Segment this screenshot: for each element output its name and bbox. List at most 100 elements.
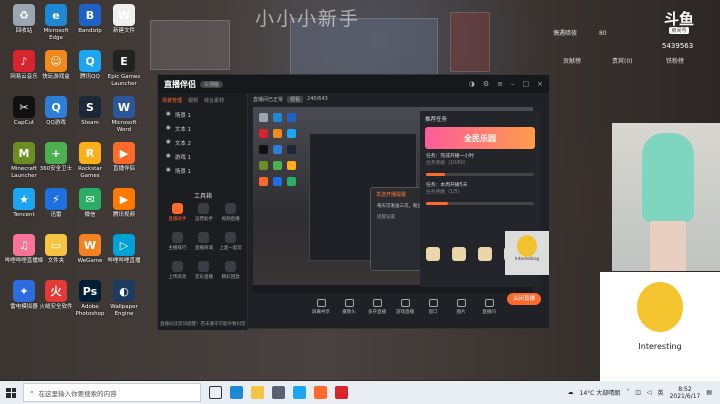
preview-icon xyxy=(273,129,282,138)
multi-live-button[interactable]: 多开直播 xyxy=(367,299,387,315)
settings-icon[interactable]: ⚙ xyxy=(483,80,489,88)
go-live-button[interactable]: 关闭直播 xyxy=(507,293,541,305)
task-progress xyxy=(426,173,534,176)
game-live-button[interactable]: 游戏直播 xyxy=(395,299,415,315)
gift-icon[interactable] xyxy=(452,247,466,261)
tool-ranking[interactable]: 主播排行 xyxy=(164,232,191,251)
volume-icon[interactable]: ◁ xyxy=(647,389,652,396)
skin-icon[interactable]: ◑ xyxy=(469,80,475,88)
taskbar: ⌕ 在这里输入你要搜索的内容 ☁ 14°C 大部晴朗 ˄ ◫ ◁ 英 8:52 … xyxy=(0,381,720,404)
live-companion-window[interactable]: 直播伴侣 公测版 ◑ ⚙ ≡ – □ × 场景管理 视频 综合素材 ◉ 场景 1 … xyxy=(157,74,550,330)
tool-icon xyxy=(198,203,210,214)
app-icon: ★ xyxy=(13,188,35,210)
scene-item[interactable]: ◉ 文本 2 xyxy=(158,136,247,150)
tool-live-assistant[interactable]: 直播助手 xyxy=(164,203,191,222)
netease-music-icon[interactable] xyxy=(335,386,348,399)
image-icon xyxy=(456,299,466,307)
eye-icon[interactable]: ◉ xyxy=(166,139,171,147)
bt-label: 图片 xyxy=(456,310,466,315)
eye-icon[interactable]: ◉ xyxy=(166,153,171,161)
taskbar-search[interactable]: ⌕ 在这里输入你要搜索的内容 xyxy=(23,383,201,402)
scene-item[interactable]: ◉ 场景 1 xyxy=(158,164,247,178)
window-button[interactable]: 窗口 xyxy=(423,299,443,315)
ime-indicator[interactable]: 英 xyxy=(658,388,664,397)
tool-label: 主播排行 xyxy=(168,246,187,251)
hud-streamer: 偶遇暗夜 80 xyxy=(553,28,607,37)
gift-icon[interactable] xyxy=(478,247,492,261)
desktop-icon[interactable]: ▶ 腾讯视频 xyxy=(104,188,144,219)
desktop-icon[interactable]: W Microsoft Word xyxy=(104,96,144,133)
tool-label: 视频直播 xyxy=(221,217,240,222)
eye-icon[interactable]: ◉ xyxy=(166,167,171,175)
eye-icon[interactable]: ◉ xyxy=(166,111,171,119)
tool-ops-assistant[interactable]: 运营助手 xyxy=(191,203,218,222)
room-button[interactable]: 直播间 xyxy=(479,299,499,315)
bt-label: 屏幕共享 xyxy=(312,310,330,315)
preview-icon xyxy=(259,161,268,170)
eye-icon[interactable]: ◉ xyxy=(166,125,171,133)
scene-item[interactable]: ◉ 场景 1 xyxy=(158,108,247,122)
app-icon: ▭ xyxy=(45,234,67,256)
desktop-icon[interactable]: ▶ 直播伴侣 xyxy=(104,142,144,173)
tool-music[interactable]: 音乐直播 xyxy=(191,261,218,280)
app-icon: B xyxy=(79,4,101,26)
app-icon: + xyxy=(45,142,67,164)
scene-item[interactable]: ◉ 游戏 1 xyxy=(158,150,247,164)
minimize-icon[interactable]: – xyxy=(511,80,515,88)
live-companion-icon[interactable] xyxy=(314,386,327,399)
edge-icon[interactable] xyxy=(230,386,243,399)
file-explorer-icon[interactable] xyxy=(251,386,264,399)
search-icon: ⌕ xyxy=(30,388,34,396)
desktop-icon[interactable]: ◐ Wallpaper Engine xyxy=(104,280,144,317)
image-button[interactable]: 图片 xyxy=(451,299,471,315)
tool-video-live[interactable]: 视频直播 xyxy=(217,203,244,222)
scene-label: 文本 2 xyxy=(174,141,192,147)
desktop-icon[interactable]: ▷ 哔哩哔哩直播 xyxy=(104,234,144,265)
platform-logo: 斗鱼 房间号 xyxy=(658,12,700,34)
app-icon: E xyxy=(113,50,135,72)
task-progress xyxy=(426,202,534,205)
event-banner[interactable]: 全民乐园 xyxy=(425,127,535,149)
menu-icon[interactable]: ≡ xyxy=(497,80,503,88)
tool-upload[interactable]: 上传高亮 xyxy=(164,261,191,280)
stream-title: 小小小新手 xyxy=(255,8,361,30)
task-progress-fill xyxy=(426,202,448,205)
tab-video[interactable]: 视频 xyxy=(188,97,198,104)
preview-icon xyxy=(287,129,296,138)
tool-replay[interactable]: 精彩回放 xyxy=(217,261,244,280)
scene-item[interactable]: ◉ 文本 1 xyxy=(158,122,247,136)
room-icon xyxy=(484,299,494,307)
task-title: 任务：本周开播5天 xyxy=(426,183,468,188)
tool-label: 运营助手 xyxy=(194,217,213,222)
close-icon[interactable]: × xyxy=(537,80,543,88)
desktop-icon[interactable]: E Epic Games Launcher xyxy=(104,50,144,87)
task-item[interactable]: 任务：本周开播5天 任务奖励（1/5） xyxy=(420,178,540,200)
preview-icon xyxy=(287,161,296,170)
screen-share-button[interactable]: 屏幕共享 xyxy=(311,299,331,315)
store-icon[interactable] xyxy=(272,386,285,399)
qq-icon[interactable] xyxy=(293,386,306,399)
tab-scenes[interactable]: 场景管理 xyxy=(162,97,182,104)
preview-icon xyxy=(287,113,296,122)
gift-icon[interactable] xyxy=(426,247,440,261)
tool-icon xyxy=(198,261,210,272)
weather-text[interactable]: 14°C 大部晴朗 xyxy=(580,388,621,397)
maximize-icon[interactable]: □ xyxy=(523,80,530,88)
bt-label: 摄像头 xyxy=(342,310,356,315)
notification-icon[interactable]: ▤ xyxy=(706,389,712,396)
task-view-icon[interactable] xyxy=(209,386,222,399)
meme-sticker: Interesting xyxy=(600,272,720,381)
network-icon[interactable]: ◫ xyxy=(635,389,641,396)
tool-shop[interactable]: 直播商城 xyxy=(191,232,218,251)
camera-button[interactable]: 摄像头 xyxy=(339,299,359,315)
search-placeholder: 在这里输入你要搜索的内容 xyxy=(38,389,117,398)
tool-label: 直播助手 xyxy=(168,217,187,222)
tool-co-play[interactable]: 上麦一起玩 xyxy=(217,232,244,251)
clock[interactable]: 8:52 2021/6/17 xyxy=(670,386,701,400)
tray-chevron-icon[interactable]: ˄ xyxy=(626,389,629,396)
tab-materials[interactable]: 综合素材 xyxy=(204,97,224,104)
windows-start-icon[interactable] xyxy=(3,385,19,401)
app-titlebar[interactable]: 直播伴侣 公测版 ◑ ⚙ ≡ – □ × xyxy=(158,75,549,93)
task-item[interactable]: 任务：完成开播一小时 任务奖励（10/60） xyxy=(420,149,540,171)
desktop-icon[interactable]: W 新建文件 xyxy=(104,4,144,35)
